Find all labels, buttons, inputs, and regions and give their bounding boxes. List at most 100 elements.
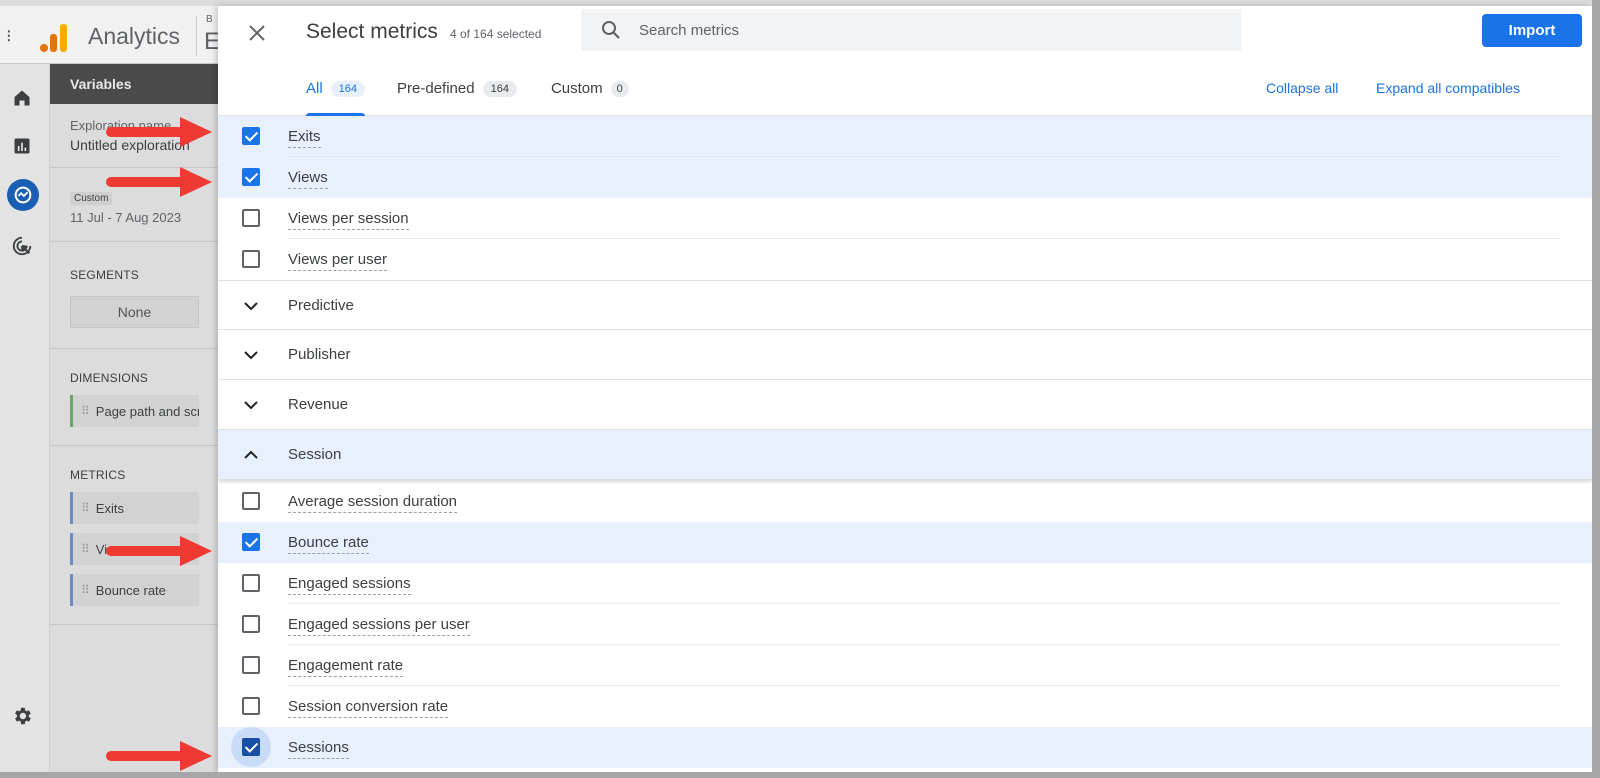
expand-all-compatibles-link[interactable]: Expand all compatibles: [1376, 80, 1520, 96]
tab-count-badge: 0: [610, 81, 629, 97]
metric-label: Bounce rate: [288, 534, 369, 554]
drag-handle-icon[interactable]: ⠿: [81, 542, 90, 556]
group-label: Publisher: [288, 346, 351, 363]
metric-row-engaged-sessions[interactable]: Engaged sessions: [218, 563, 1592, 604]
checkbox-checked[interactable]: [242, 738, 260, 756]
analytics-logo: [40, 22, 68, 52]
annotation-arrow: [106, 117, 212, 147]
tab-custom[interactable]: Custom 0: [551, 70, 629, 116]
group-revenue[interactable]: Revenue: [218, 380, 1592, 430]
group-label: Session: [288, 446, 342, 463]
explore-icon[interactable]: [7, 179, 39, 211]
dimension-chip[interactable]: ⠿ Page path and scre...: [70, 395, 199, 427]
metric-label: Engaged sessions per user: [288, 616, 470, 636]
checkbox-unchecked[interactable]: [242, 656, 260, 674]
metric-label: Views per session: [288, 210, 409, 230]
chevron-down-icon: [244, 401, 258, 410]
tab-count-badge: 164: [330, 81, 366, 97]
close-button[interactable]: [240, 16, 274, 50]
dialog-title: Select metrics: [306, 20, 438, 43]
metric-row-average-session-duration[interactable]: Average session duration: [218, 481, 1592, 522]
variables-header: Variables: [50, 64, 219, 104]
segments-none[interactable]: None: [70, 296, 199, 328]
segments-heading: SEGMENTS: [70, 268, 139, 282]
metric-label: Engagement rate: [288, 657, 404, 677]
metric-chip[interactable]: ⠿ Bounce rate: [70, 574, 199, 606]
chevron-up-icon: [244, 450, 258, 459]
search-input[interactable]: [639, 21, 1199, 39]
dimensions-section: DIMENSIONS ⠿ Page path and scre...: [50, 349, 219, 446]
checkbox-unchecked[interactable]: [242, 209, 260, 227]
gear-icon[interactable]: [10, 704, 34, 728]
checkbox-unchecked[interactable]: [242, 250, 260, 268]
selected-count: 4 of 164 selected: [450, 27, 542, 41]
group-label: Predictive: [288, 297, 354, 314]
dimension-label: Page path and scre...: [95, 403, 199, 419]
metric-row-engagement-rate[interactable]: Engagement rate: [218, 645, 1592, 686]
tab-label: All: [306, 80, 323, 97]
drag-handle-icon[interactable]: ⠿: [81, 501, 90, 515]
metric-row-exits[interactable]: Exits: [218, 116, 1592, 157]
select-metrics-dialog: Select metrics 4 of 164 selected Import …: [218, 6, 1592, 772]
filter-tabs: All 164 Pre-defined 164 Custom 0: [306, 70, 663, 116]
bar-chart-icon[interactable]: [10, 134, 34, 158]
metric-chip[interactable]: ⠿ Exits: [70, 492, 199, 524]
chevron-down-icon: [244, 351, 258, 360]
checkbox-checked[interactable]: [242, 533, 260, 551]
drag-handle-icon[interactable]: ⠿: [81, 583, 90, 597]
segments-section: SEGMENTS None: [50, 242, 219, 349]
metrics-heading: METRICS: [70, 468, 126, 482]
metric-label: Exits: [288, 128, 321, 148]
group-session[interactable]: Session: [218, 430, 1592, 480]
metric-label: Exits: [95, 500, 124, 516]
annotation-arrow: [106, 167, 212, 197]
metric-row-views[interactable]: Views: [218, 157, 1592, 198]
chevron-down-icon: [244, 302, 258, 311]
screenshot-frame: [0, 772, 1600, 778]
metric-row-sessions[interactable]: Sessions: [218, 727, 1592, 768]
metric-label: Session conversion rate: [288, 698, 449, 718]
tab-count-badge: 164: [482, 81, 517, 97]
metric-row-views-per-session[interactable]: Views per session: [218, 198, 1592, 239]
metric-row-bounce-rate[interactable]: Bounce rate: [218, 522, 1592, 563]
screenshot-frame: [1592, 0, 1600, 778]
annotation-arrow: [106, 741, 212, 771]
checkbox-unchecked[interactable]: [242, 574, 260, 592]
tab-all[interactable]: All 164: [306, 70, 366, 116]
group-label: Revenue: [288, 396, 349, 413]
metric-row-views-per-user[interactable]: Views per user: [218, 239, 1592, 280]
tab-label: Custom: [550, 80, 603, 97]
close-icon: [249, 25, 265, 41]
metrics-list: Exits Views Views per session Views per …: [218, 116, 1592, 768]
drag-handle-icon[interactable]: ⠿: [81, 404, 90, 418]
menu-icon[interactable]: ⁝: [6, 26, 12, 47]
checkbox-unchecked[interactable]: [242, 492, 260, 510]
group-publisher[interactable]: Publisher: [218, 330, 1592, 380]
home-icon[interactable]: [10, 86, 34, 110]
checkbox-unchecked[interactable]: [242, 615, 260, 633]
search-bar[interactable]: [581, 9, 1241, 51]
app-name: Analytics: [88, 23, 181, 49]
metric-label: Bounce rate: [95, 582, 166, 598]
metric-label: Engaged sessions: [288, 575, 411, 595]
search-icon: [602, 21, 620, 39]
import-button[interactable]: Import: [1482, 14, 1582, 47]
dialog-header: Select metrics 4 of 164 selected Import …: [218, 6, 1592, 116]
cursor-target-icon[interactable]: [10, 234, 34, 258]
tab-pre-defined[interactable]: Pre-defined 164: [397, 70, 517, 116]
checkbox-checked[interactable]: [242, 127, 260, 145]
checkbox-unchecked[interactable]: [242, 697, 260, 715]
date-range[interactable]: 11 Jul - 7 Aug 2023: [70, 210, 199, 225]
metric-label: Views: [288, 169, 328, 189]
divider: [196, 16, 197, 56]
metric-row-session-conversion-rate[interactable]: Session conversion rate: [218, 686, 1592, 727]
collapse-all-link[interactable]: Collapse all: [1266, 80, 1338, 96]
annotation-arrow: [106, 536, 212, 566]
dimensions-heading: DIMENSIONS: [70, 371, 149, 385]
metric-label: Average session duration: [288, 493, 457, 513]
metric-label: Views per user: [288, 251, 387, 271]
metric-label: Sessions: [288, 739, 349, 759]
metric-row-engaged-sessions-per-user[interactable]: Engaged sessions per user: [218, 604, 1592, 645]
checkbox-checked[interactable]: [242, 168, 260, 186]
group-predictive[interactable]: Predictive: [218, 280, 1592, 330]
